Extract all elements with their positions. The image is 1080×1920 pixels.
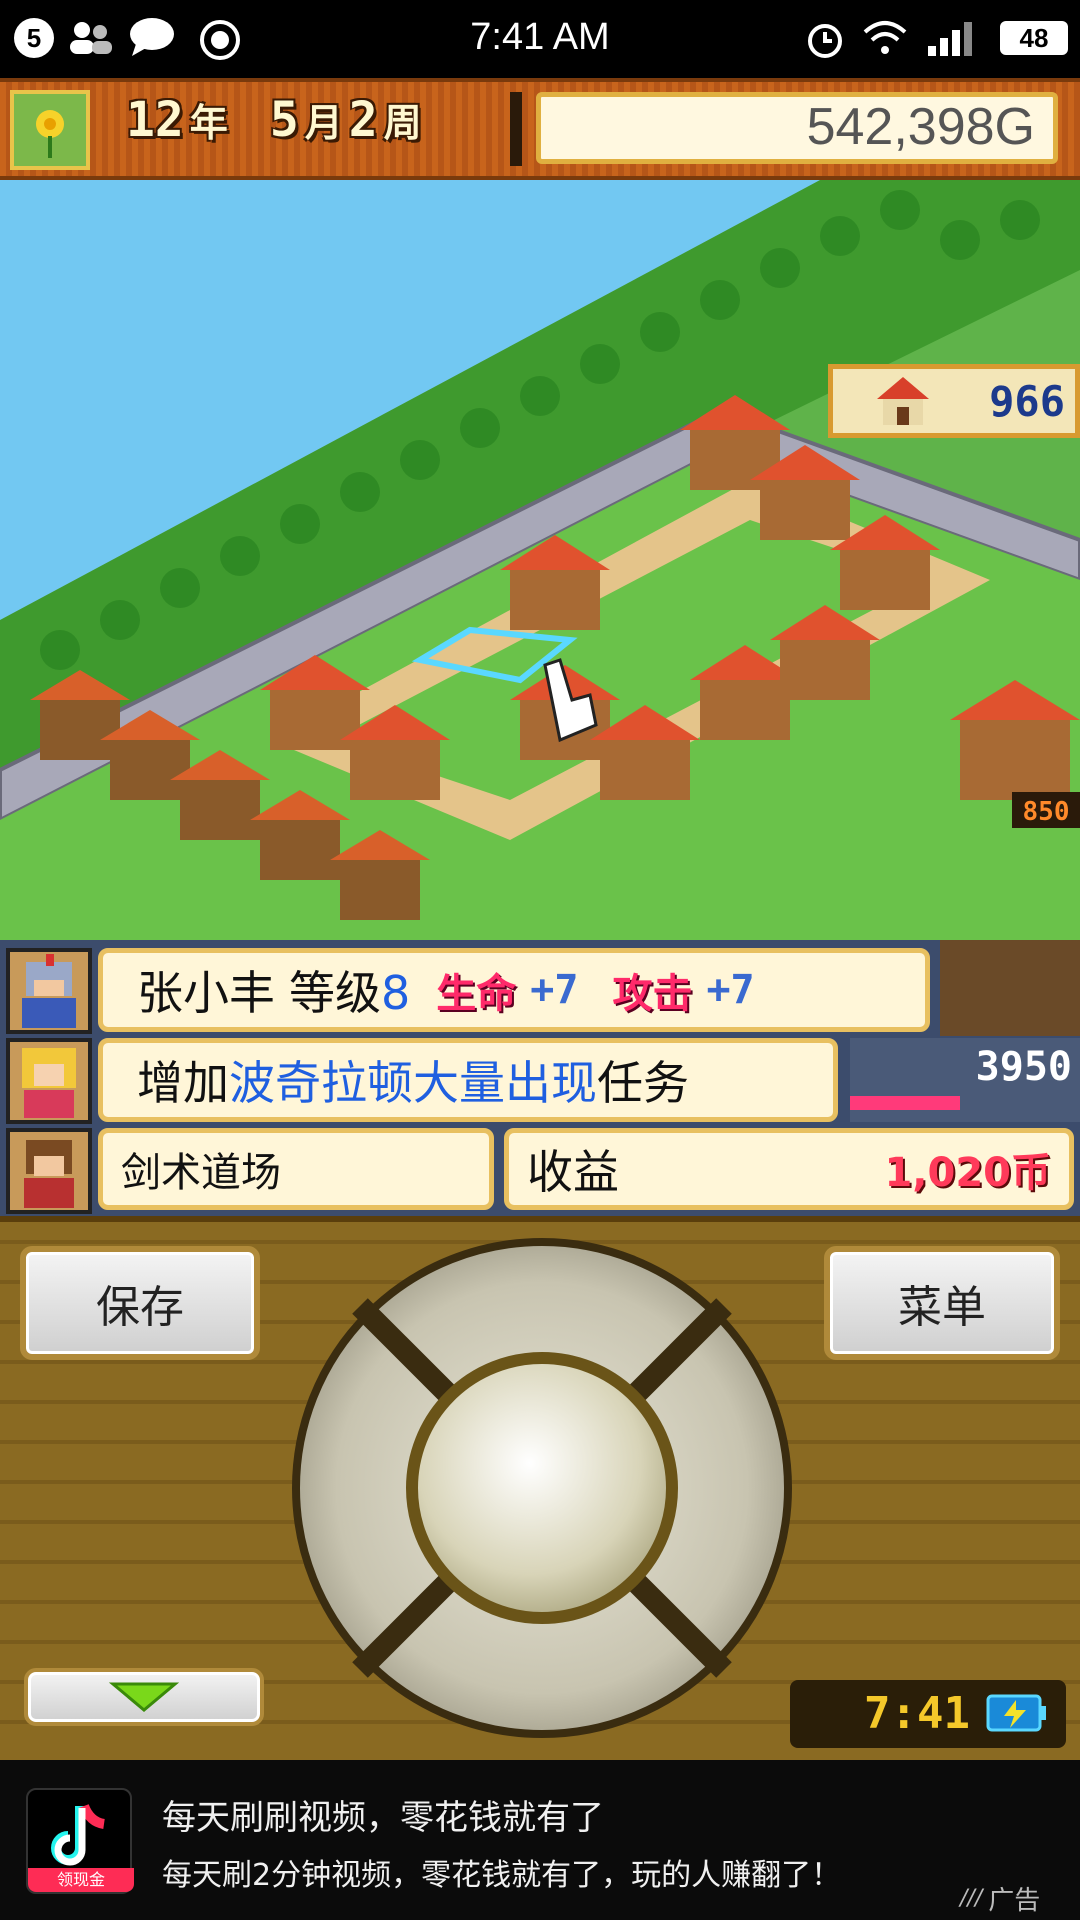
hp-stat-label: 生命 [436, 971, 517, 1017]
event-message-quest[interactable]: 增加 波奇拉顿大量出现 任务 [98, 1038, 838, 1122]
quest-suffix: 任务 [597, 1056, 689, 1110]
ad-reward-badge: 领现金 [28, 1868, 134, 1892]
attack-stat-value: +7 [706, 967, 755, 1013]
ad-subline: 每天刷2分钟视频，零花钱就有了，玩的人赚翻了！ [162, 1858, 842, 1893]
signal-icon [928, 22, 972, 56]
ad-headline: 每天刷刷视频，零花钱就有了 [162, 1798, 604, 1838]
level-label: 等级 [289, 966, 381, 1020]
month-number: 5 [269, 92, 299, 148]
ad-banner[interactable]: 领现金 每天刷刷视频，零花钱就有了 每天刷2分钟视频，零花钱就有了，玩的人赚翻了… [0, 1760, 1080, 1920]
tiktok-app-icon[interactable]: 领现金 [26, 1788, 134, 1894]
battery-charging-icon [986, 1694, 1046, 1732]
side-counter-value: 3950 [975, 1044, 1072, 1090]
ad-label-box: /// 广告 [960, 1880, 1040, 1917]
month-unit: 月 [304, 101, 343, 145]
population-box[interactable]: 966 [828, 364, 1080, 438]
divider [510, 92, 522, 166]
battery-icon: 48 [1000, 21, 1068, 55]
facility-portrait [6, 1128, 92, 1214]
house-icon [877, 377, 929, 425]
knight-portrait [6, 948, 92, 1034]
girl-portrait [6, 1038, 92, 1124]
side-progress-bar [850, 1096, 960, 1110]
status-time: 7:41 AM [470, 16, 610, 58]
music-note-icon [51, 1804, 106, 1866]
population-value: 966 [989, 377, 1065, 426]
income-label: 收益 [527, 1145, 619, 1199]
dpad-center-button[interactable] [406, 1352, 678, 1624]
game-clock-time: 7:41 [864, 1688, 970, 1739]
quest-highlight: 波奇拉顿大量出现 [229, 1056, 597, 1110]
income-value: 1,020币 [884, 1150, 1051, 1196]
wheel-decoration [940, 940, 1080, 1036]
year-unit: 年 [189, 101, 228, 145]
game-top-bar: 12 年 5 月 2 周 542,398G [0, 78, 1080, 180]
income-box[interactable]: 收益 1,020币 [504, 1128, 1074, 1210]
hp-stat-value: +7 [530, 967, 579, 1013]
game-clock: 7:41 [790, 1680, 1066, 1748]
flower-flag-icon[interactable] [10, 90, 90, 170]
chevron-down-icon [109, 1682, 179, 1712]
facility-name-box[interactable]: 剑术道场 [98, 1128, 494, 1210]
side-counter-box: 3950 [850, 1038, 1080, 1122]
building-income-tag: 850 [1023, 797, 1070, 827]
map-scene[interactable]: 850 [0, 180, 1080, 940]
menu-button[interactable]: 菜单 [824, 1246, 1060, 1360]
quest-prefix: 增加 [137, 1056, 229, 1110]
alarm-icon [808, 24, 842, 58]
event-log-panel: 张小丰 等级8 生命 +7 攻击 +7 增加 波奇拉顿大量出现 任务 3950 … [0, 940, 1080, 1216]
collapse-button[interactable] [24, 1668, 264, 1726]
week-unit: 周 [383, 101, 422, 145]
status-bar: 5 7:41 AM 48 [0, 0, 1080, 78]
event-message-levelup[interactable]: 张小丰 等级8 生命 +7 攻击 +7 [98, 948, 930, 1032]
hero-name: 张小丰 [137, 966, 275, 1020]
kingdom-map[interactable]: 850 966 [0, 180, 1080, 940]
attack-stat-label: 攻击 [612, 971, 693, 1017]
money-display: 542,398G [536, 92, 1058, 164]
ad-label: 广告 [988, 1886, 1041, 1916]
year-number: 12 [126, 92, 184, 148]
game-date: 12 年 5 月 2 周 [126, 92, 422, 148]
week-number: 2 [348, 92, 378, 148]
facility-name: 剑术道场 [121, 1150, 281, 1196]
level-value: 8 [381, 966, 411, 1020]
wifi-icon [863, 21, 907, 54]
ad-mark-icon: /// [960, 1886, 983, 1911]
save-button[interactable]: 保存 [20, 1246, 260, 1360]
